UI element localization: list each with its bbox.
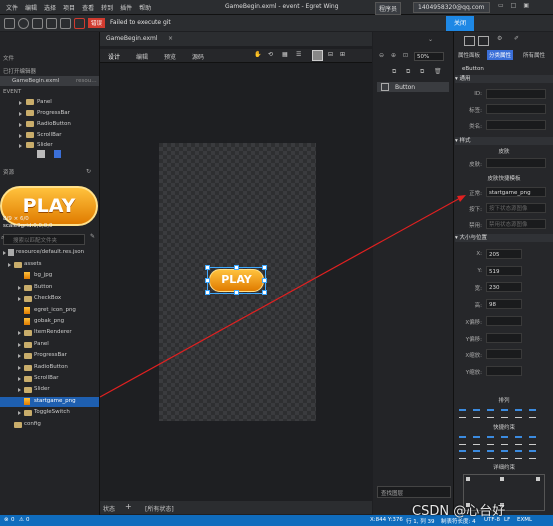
warning-count[interactable]: 0 <box>26 517 30 523</box>
error-count[interactable]: 0 <box>11 517 15 523</box>
error-count-icon[interactable]: ⊗ <box>4 517 9 523</box>
annotation-arrow <box>99 195 466 398</box>
warning-count-icon[interactable]: ⚠ <box>19 517 24 523</box>
language-mode[interactable]: EXML <box>517 517 532 523</box>
watermark: CSDN @心台好 <box>412 504 506 519</box>
cursor-coords: X:844 Y:376 <box>370 517 403 523</box>
